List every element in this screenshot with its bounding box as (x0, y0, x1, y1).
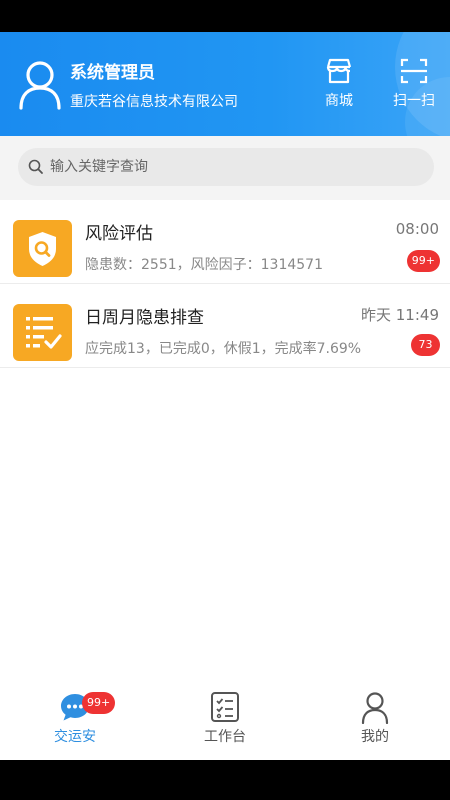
navigation-bar (0, 760, 450, 800)
message-title: 风险评估 (85, 224, 153, 244)
unread-badge: 73 (411, 334, 440, 356)
shield-search-icon (13, 220, 72, 277)
unread-badge: 99+ (406, 250, 440, 272)
message-time: 昨天 11:49 (361, 306, 439, 324)
list-item[interactable]: 风险评估 08:00 隐患数：2551，风险因子：1314571 99+ (0, 200, 450, 284)
status-bar (0, 0, 450, 32)
header: 系统管理员 重庆若谷信息技术有限公司 商城 扫一扫 (0, 32, 450, 136)
scan-icon (386, 58, 442, 84)
tab-jiaoyunan[interactable]: 交运安 99+ (15, 690, 135, 754)
store-icon (311, 58, 367, 84)
shop-label: 商城 (325, 93, 353, 109)
message-subtitle: 隐患数：2551，风险因子：1314571 (85, 257, 323, 273)
tab-workbench[interactable]: 工作台 (165, 690, 285, 754)
tab-label: 我的 (361, 729, 389, 745)
person-icon (315, 690, 435, 724)
shop-button[interactable]: 商城 (311, 58, 367, 114)
message-list: 风险评估 08:00 隐患数：2551，风险因子：1314571 99+ 日周月… (0, 200, 450, 368)
chat-icon (15, 690, 135, 724)
bottom-tab-bar: 交运安 99+ 工作台 我的 (0, 682, 450, 760)
user-name: 系统管理员 (70, 63, 155, 83)
search-input[interactable] (50, 148, 420, 186)
tab-mine[interactable]: 我的 (315, 690, 435, 754)
message-time: 08:00 (395, 220, 439, 238)
checklist-icon (165, 690, 285, 724)
app-screen: 系统管理员 重庆若谷信息技术有限公司 商城 扫一扫 输入关键字查询 风险评估 0… (0, 32, 450, 760)
scan-label: 扫一扫 (393, 93, 435, 109)
message-subtitle: 应完成13，已完成0，休假1，完成率7.69% (85, 341, 362, 357)
tab-label: 工作台 (204, 729, 246, 745)
scan-button[interactable]: 扫一扫 (386, 58, 442, 114)
tab-badge: 99+ (82, 692, 116, 714)
avatar-icon[interactable] (17, 58, 63, 110)
search-area (0, 136, 450, 200)
tab-label: 交运安 (54, 729, 96, 745)
org-name: 重庆若谷信息技术有限公司 (70, 94, 238, 110)
message-title: 日周月隐患排查 (85, 308, 204, 328)
list-item[interactable]: 日周月隐患排查 昨天 11:49 应完成13，已完成0，休假1，完成率7.69%… (0, 284, 450, 368)
search-box[interactable] (18, 148, 434, 186)
checklist-icon (13, 304, 72, 361)
